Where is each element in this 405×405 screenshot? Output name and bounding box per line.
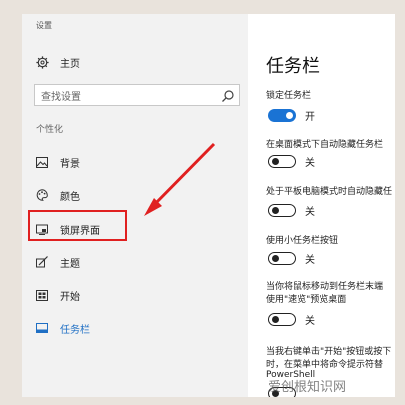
outer-frame-bottom — [0, 397, 405, 405]
sidebar-item-label: 开始 — [60, 291, 80, 303]
theme-icon — [36, 256, 48, 268]
toggle-state-label: 关 — [305, 255, 315, 266]
annotation-arrow — [144, 142, 216, 216]
outer-frame-left — [0, 0, 22, 405]
page-title: 任务栏 — [266, 56, 320, 77]
taskbar-settings-panel: 任务栏 锁定任务栏 开 在桌面模式下自动隐藏任务栏 关 处于平板电脑模式时自动隐… — [248, 14, 395, 397]
search-icon[interactable] — [221, 88, 235, 102]
start-icon — [36, 289, 48, 301]
sidebar-item-start[interactable]: 开始 — [36, 286, 80, 304]
palette-icon — [36, 189, 48, 201]
toggle-state-label: 关 — [305, 158, 315, 169]
watermark: 爱创根知识网 — [268, 380, 347, 395]
auto-hide-tablet-toggle[interactable] — [268, 204, 296, 217]
toggle-knob — [272, 255, 279, 262]
sidebar-item-label: 任务栏 — [60, 324, 90, 336]
setting-label-auto-hide-tablet: 处于平板电脑模式时自动隐藏任 — [266, 187, 393, 197]
toggle-state-label: 关 — [305, 207, 315, 218]
sidebar-item-colors[interactable]: 颜色 — [36, 186, 80, 204]
setting-label-lock-taskbar: 锁定任务栏 — [266, 91, 312, 101]
search-box — [34, 84, 240, 108]
toggle-knob — [286, 112, 293, 119]
lock-taskbar-toggle[interactable] — [268, 109, 296, 122]
setting-label-small-buttons: 使用小任务栏按钮 — [266, 236, 339, 246]
toggle-state-label: 关 — [305, 316, 315, 327]
outer-frame-top — [0, 0, 405, 14]
sidebar-item-label: 主题 — [60, 258, 80, 270]
setting-label-auto-hide-desktop: 在桌面模式下自动隐藏任务栏 — [266, 140, 384, 150]
toggle-state-label: 开 — [305, 112, 315, 123]
toggle-knob — [272, 207, 279, 214]
sidebar-item-label: 背景 — [60, 158, 80, 170]
toggle-knob — [272, 316, 279, 323]
auto-hide-desktop-toggle[interactable] — [268, 155, 296, 168]
setting-label-powershell-line2: 时，在菜单中将命令提示符替 — [266, 360, 384, 370]
sidebar-item-themes[interactable]: 主题 — [36, 253, 80, 271]
outer-frame-right — [395, 0, 405, 405]
taskbar-icon — [36, 322, 48, 334]
window-title: 设置 — [36, 21, 52, 30]
setting-label-peek-line1: 当你将鼠标移动到任务栏末端 — [266, 282, 384, 292]
section-heading: 个性化 — [36, 125, 64, 135]
peek-toggle[interactable] — [268, 313, 296, 326]
sidebar-item-label: 颜色 — [60, 191, 80, 203]
gear-icon — [36, 55, 50, 70]
annotation-highlight-box — [28, 210, 127, 241]
sidebar-item-home[interactable]: 主页 — [36, 55, 80, 70]
small-buttons-toggle[interactable] — [268, 252, 296, 265]
toggle-knob — [272, 158, 279, 165]
sidebar-item-taskbar[interactable]: 任务栏 — [36, 319, 90, 337]
setting-label-powershell-line1: 当我右键单击"开始"按钮或按下 — [266, 347, 392, 357]
search-input[interactable] — [35, 87, 227, 108]
sidebar-item-label: 主页 — [60, 59, 80, 70]
settings-sidebar: 设置 主页 个性化 背景 颜色 锁屏界面 主题 — [22, 14, 248, 397]
setting-label-peek-line2: 使用"速览"预览桌面 — [266, 295, 347, 305]
image-icon — [36, 156, 48, 168]
sidebar-item-background[interactable]: 背景 — [36, 153, 80, 171]
